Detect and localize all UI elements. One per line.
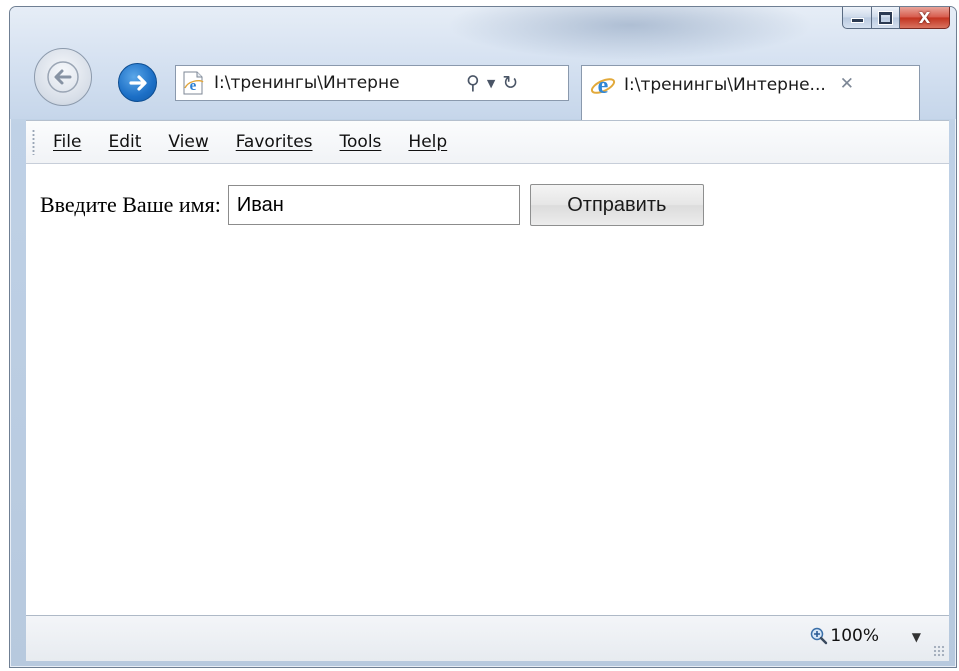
name-label: Введите Ваше имя: bbox=[40, 192, 221, 217]
submit-button[interactable]: Отправить bbox=[529, 184, 704, 226]
tab-active[interactable]: e I:\тренингы\Интерне... ✕ bbox=[581, 65, 920, 123]
minimize-icon bbox=[850, 18, 864, 23]
back-button[interactable] bbox=[34, 48, 92, 106]
menu-file[interactable]: File bbox=[53, 132, 81, 152]
maximize-icon bbox=[879, 11, 892, 24]
close-icon: X bbox=[918, 8, 931, 27]
tab-title: I:\тренингы\Интерне... bbox=[624, 75, 826, 95]
ie-logo-icon: e bbox=[590, 72, 616, 99]
resize-grip[interactable] bbox=[933, 645, 945, 657]
browser-window: X e I:\тренингы\Интерне ⚲ ▼ ↻ e I:\трени… bbox=[9, 6, 957, 668]
back-arrow-icon bbox=[47, 61, 79, 93]
search-icon[interactable]: ⚲ bbox=[466, 72, 480, 94]
ie-page-icon: e bbox=[180, 70, 206, 96]
tab-close-icon[interactable]: ✕ bbox=[840, 74, 854, 94]
page-content: Введите Ваше имя: Отправить bbox=[26, 164, 949, 615]
maximize-button[interactable] bbox=[872, 7, 900, 29]
status-bar: 100% ▼ bbox=[26, 615, 949, 661]
zoom-control[interactable]: 100% bbox=[810, 626, 879, 646]
chevron-down-icon[interactable]: ▼ bbox=[487, 77, 495, 90]
toolbar-grip[interactable] bbox=[32, 129, 35, 155]
name-form: Введите Ваше имя: Отправить bbox=[40, 184, 704, 226]
forward-button[interactable] bbox=[118, 63, 157, 102]
menu-edit[interactable]: Edit bbox=[108, 132, 141, 152]
minimize-button[interactable] bbox=[842, 7, 872, 29]
name-input[interactable] bbox=[227, 185, 520, 225]
zoom-level: 100% bbox=[830, 626, 879, 646]
caption-buttons: X bbox=[842, 7, 950, 29]
zoom-dropdown-icon[interactable]: ▼ bbox=[912, 630, 921, 644]
forward-arrow-icon bbox=[128, 74, 147, 91]
menu-help[interactable]: Help bbox=[408, 132, 447, 152]
refresh-icon[interactable]: ↻ bbox=[502, 72, 518, 94]
menu-bar: File Edit View Favorites Tools Help bbox=[26, 120, 949, 164]
svg-text:e: e bbox=[598, 73, 609, 98]
zoom-icon bbox=[811, 627, 828, 645]
close-button[interactable]: X bbox=[900, 7, 950, 29]
menu-view[interactable]: View bbox=[168, 132, 208, 152]
menu-favorites[interactable]: Favorites bbox=[236, 132, 313, 152]
address-tools: ⚲ ▼ ↻ bbox=[462, 72, 522, 94]
address-bar[interactable]: e I:\тренингы\Интерне ⚲ ▼ ↻ bbox=[175, 65, 569, 101]
address-text[interactable]: I:\тренингы\Интерне bbox=[214, 73, 456, 93]
menu-tools[interactable]: Tools bbox=[340, 132, 382, 152]
